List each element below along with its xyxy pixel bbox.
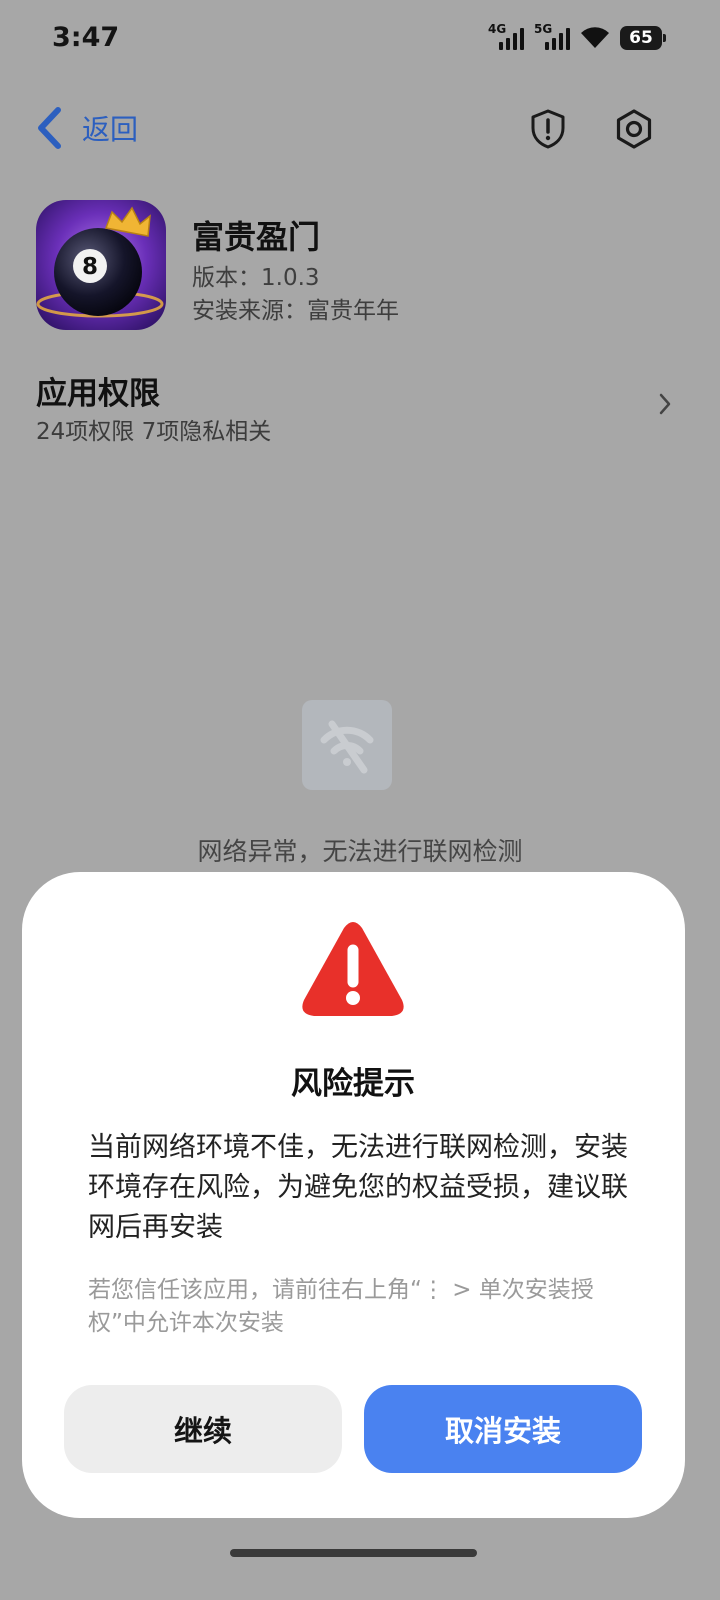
home-indicator[interactable] (230, 1549, 477, 1557)
wifi-icon (581, 27, 609, 48)
app-icon: 8 (36, 200, 166, 330)
permissions-title: 应用权限 (36, 376, 160, 412)
signal-4g-icon: 4G (488, 22, 524, 52)
settings-gear-icon[interactable] (613, 108, 655, 150)
warning-triangle-icon (302, 922, 404, 1016)
dialog-hint: 若您信任该应用，请前往右上角“⋮ > 单次安装授权”中允许本次安装 (88, 1277, 594, 1336)
signal-5g-icon: 5G (534, 22, 570, 52)
dialog-title: 风险提示 (291, 1066, 415, 1102)
continue-button[interactable]: 继续 (64, 1385, 342, 1473)
back-label: 返回 (82, 113, 139, 146)
back-chevron-icon (38, 107, 61, 149)
back-button[interactable]: 返回 (34, 106, 138, 150)
battery-level: 65 (629, 28, 653, 48)
app-source: 安装来源：富贵年年 (192, 298, 399, 324)
no-network-icon (302, 700, 392, 790)
network-error-message: 网络异常，无法进行联网检测 (197, 837, 523, 866)
status-icons: 4G 5G 65 (488, 22, 666, 52)
permissions-summary: 24项权限 7项隐私相关 (36, 419, 272, 445)
status-time: 3:47 (52, 22, 120, 53)
app-name: 富贵盈门 (192, 218, 321, 256)
shield-alert-icon[interactable] (527, 108, 569, 150)
svg-text:8: 8 (82, 254, 98, 280)
app-version: 版本：1.0.3 (192, 265, 320, 291)
chevron-right-icon (659, 393, 671, 415)
dialog-message: 当前网络环境不佳，无法进行联网检测，安装环境存在风险，为避免您的权益受损，建议联… (88, 1132, 628, 1243)
cancel-install-button[interactable]: 取消安装 (364, 1385, 642, 1473)
battery-icon: 65 (620, 26, 666, 50)
